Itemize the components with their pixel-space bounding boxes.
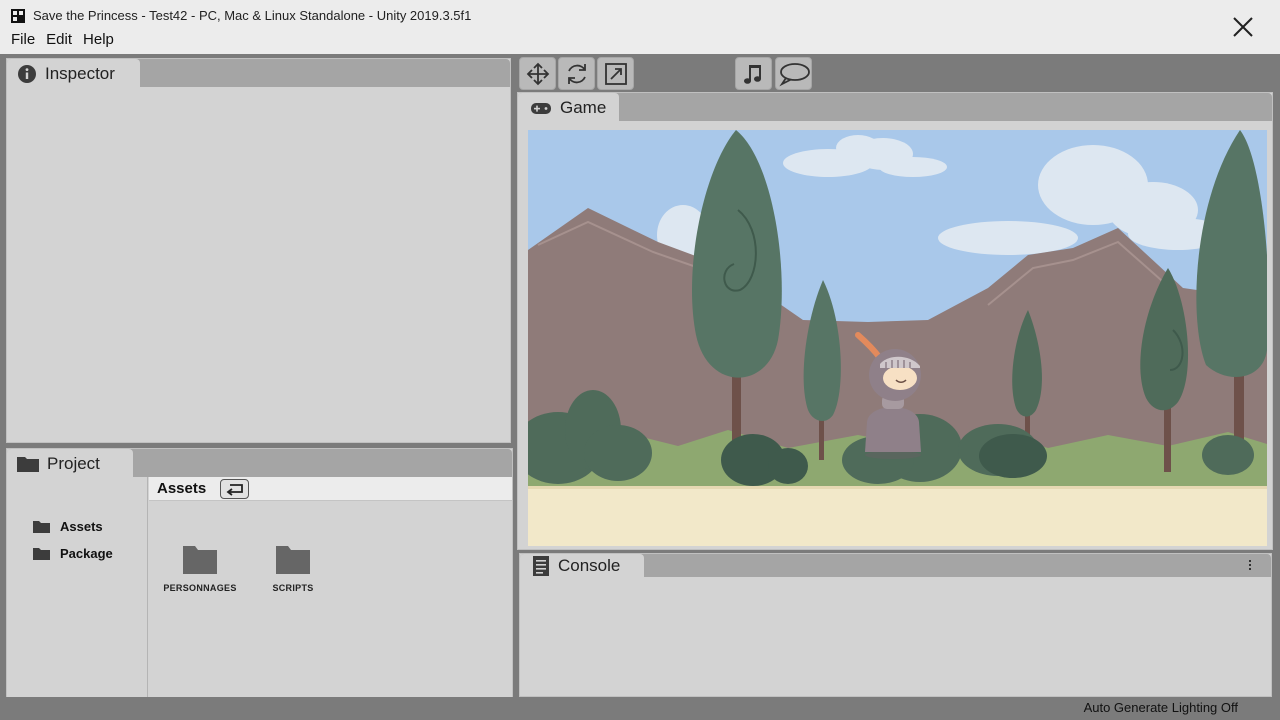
sidebar-item-label: Package [60, 546, 113, 561]
folder-icon [276, 546, 310, 574]
audio-toggle-button[interactable] [735, 57, 772, 90]
move-tool-button[interactable] [519, 57, 556, 90]
music-note-icon [743, 64, 761, 84]
asset-folder-scripts[interactable]: SCRIPTS [248, 546, 338, 593]
game-tabstrip [518, 93, 1272, 121]
tab-console-label: Console [558, 556, 621, 575]
status-bar: Auto Generate Lighting Off [0, 697, 1280, 720]
game-panel: Game [517, 92, 1273, 550]
tab-inspector[interactable]: Inspector [7, 59, 140, 88]
tab-game-label: Game [560, 97, 607, 117]
menu-help[interactable]: Help [77, 31, 119, 51]
sidebar-item-package[interactable]: Package [33, 546, 113, 561]
tab-project-label: Project [47, 453, 100, 473]
project-panel: Project Assets Package Assets PERSONNAGE… [6, 448, 513, 698]
tab-game[interactable]: Game [518, 93, 619, 122]
scale-icon [604, 62, 627, 85]
folder-icon [17, 456, 39, 472]
console-panel: Console [519, 553, 1272, 697]
return-arrow-icon [226, 484, 243, 496]
inspector-panel: Inspector [6, 58, 511, 443]
tab-console[interactable]: Console [520, 554, 644, 578]
speech-bubble-icon [778, 62, 810, 86]
sidebar-item-label: Assets [60, 519, 103, 534]
unity-app-icon [11, 9, 25, 23]
rotate-icon [567, 63, 586, 84]
window-title: Save the Princess - Test42 - PC, Mac & L… [33, 8, 472, 23]
breadcrumb: Assets [149, 477, 512, 501]
back-button[interactable] [220, 479, 249, 499]
asset-folder-personnages[interactable]: PERSONNAGES [155, 546, 245, 593]
menu-file[interactable]: File [0, 31, 40, 51]
gamepad-icon [530, 101, 552, 115]
folder-icon [183, 546, 217, 574]
close-icon [1233, 17, 1253, 37]
close-button[interactable] [1228, 12, 1258, 42]
info-icon [17, 64, 37, 84]
folder-icon [33, 547, 50, 560]
document-icon [532, 555, 550, 577]
tab-inspector-label: Inspector [45, 63, 115, 83]
asset-label: PERSONNAGES [163, 583, 237, 593]
scale-tool-button[interactable] [597, 57, 634, 90]
title-bar: Save the Princess - Test42 - PC, Mac & L… [0, 0, 1280, 54]
game-viewport[interactable] [528, 130, 1267, 546]
sidebar-item-assets[interactable]: Assets [33, 519, 103, 534]
game-scene [528, 130, 1267, 546]
rotate-tool-button[interactable] [558, 57, 595, 90]
asset-label: SCRIPTS [272, 583, 314, 593]
tab-project[interactable]: Project [7, 449, 133, 478]
lighting-status: Auto Generate Lighting Off [1083, 700, 1238, 715]
breadcrumb-assets[interactable]: Assets [157, 480, 206, 497]
more-vertical-icon[interactable] [1247, 558, 1253, 576]
dialogue-toggle-button[interactable] [775, 57, 812, 90]
move-icon [526, 62, 549, 85]
project-sidebar: Assets Package [7, 477, 148, 697]
menu-edit[interactable]: Edit [40, 31, 77, 51]
menu-bar: File Edit Help [0, 31, 119, 51]
folder-icon [33, 520, 50, 533]
